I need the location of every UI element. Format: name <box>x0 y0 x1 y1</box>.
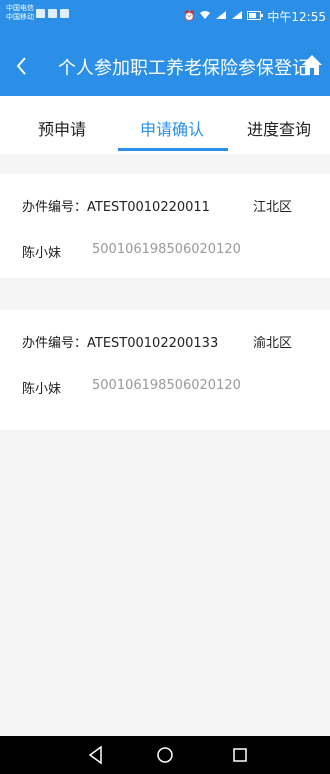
id-number: 500106198506020120 <box>92 242 241 257</box>
triangle-back-icon <box>88 745 102 765</box>
signal-icon <box>231 10 243 23</box>
carrier-info: 中国电信 中国移动 <box>6 4 34 22</box>
status-indicators: ⏰ 中午12:55 <box>183 8 326 25</box>
tab-bar: 预申请 申请确认 进度查询 <box>0 96 330 154</box>
system-navigation-bar <box>0 736 330 774</box>
record-card[interactable]: 办件编号：ATEST0010220011 江北区 陈小妹 50010619850… <box>0 174 330 278</box>
tab-progress-query[interactable]: 进度查询 <box>247 116 311 140</box>
app-notification-icon <box>60 9 69 18</box>
case-number-label: 办件编号： <box>22 336 88 351</box>
carrier-1: 中国电信 <box>6 4 34 12</box>
recents-key[interactable] <box>228 744 252 766</box>
chevron-left-icon <box>16 57 26 75</box>
app-notification-icon <box>36 9 45 18</box>
status-bar: 中国电信 中国移动 ⏰ 中午12:55 <box>0 0 330 38</box>
wifi-icon <box>199 10 211 23</box>
page-title: 个人参加职工养老保险参保登记 <box>58 58 310 79</box>
alarm-icon: ⏰ <box>182 11 196 22</box>
district: 渝北区 <box>252 336 292 351</box>
back-button[interactable] <box>14 52 38 80</box>
case-number-value: ATEST0010220011 <box>87 200 210 215</box>
carrier-2: 中国移动 <box>6 13 34 21</box>
back-key[interactable] <box>84 744 108 766</box>
signal-icon <box>215 10 227 23</box>
id-number: 500106198506020120 <box>92 378 241 393</box>
tab-pre-apply[interactable]: 预申请 <box>38 116 86 140</box>
circle-home-icon <box>157 747 173 763</box>
case-number-label: 办件编号： <box>22 200 88 215</box>
record-card[interactable]: 办件编号：ATEST00102200133 渝北区 陈小妹 5001061985… <box>0 310 330 430</box>
tab-apply-confirm[interactable]: 申请确认 <box>140 116 204 140</box>
home-button[interactable] <box>300 53 324 77</box>
square-recents-icon <box>233 748 247 762</box>
nav-bar: 个人参加职工养老保险参保登记 <box>0 38 330 96</box>
home-key[interactable] <box>153 744 177 766</box>
applicant-name: 陈小妹 <box>22 382 62 397</box>
battery-icon <box>247 10 264 23</box>
clock: 中午12:55 <box>267 10 326 24</box>
case-number: 办件编号：ATEST00102200133 <box>22 332 218 351</box>
home-icon <box>302 55 322 75</box>
applicant-name: 陈小妹 <box>22 246 62 261</box>
notification-icons <box>36 9 69 18</box>
case-number-value: ATEST00102200133 <box>87 336 219 351</box>
active-tab-indicator <box>118 148 228 151</box>
app-notification-icon <box>48 9 57 18</box>
district: 江北区 <box>252 200 292 215</box>
case-number: 办件编号：ATEST0010220011 <box>22 196 210 215</box>
